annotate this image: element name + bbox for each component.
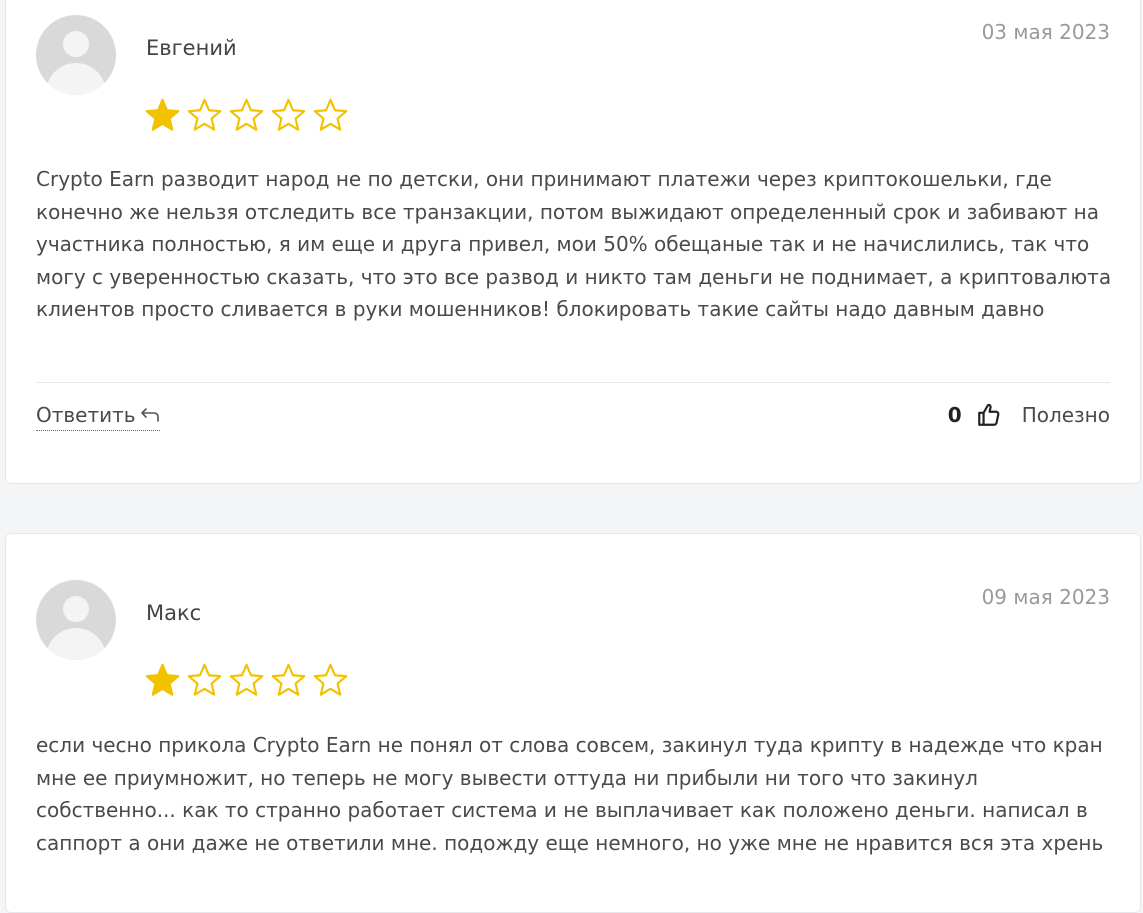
star-empty-icon xyxy=(313,663,348,696)
star-rating xyxy=(144,662,349,699)
divider xyxy=(36,382,1110,383)
star-filled-icon xyxy=(145,98,180,131)
review-text: если чесно прикола Crypto Earn не понял … xyxy=(36,733,1104,855)
star-empty-icon xyxy=(271,663,306,696)
review-date: 03 мая 2023 xyxy=(981,20,1110,44)
star-rating xyxy=(144,97,349,134)
reply-label: Ответить xyxy=(36,403,136,427)
star-empty-icon xyxy=(229,98,264,131)
review-card: Макс 09 мая 2023 если чесно прикола Cryp… xyxy=(5,533,1141,913)
thumbs-up-icon[interactable] xyxy=(976,402,1002,428)
review-author: Макс xyxy=(146,601,202,625)
review-author: Евгений xyxy=(146,36,237,60)
avatar xyxy=(36,580,116,660)
avatar xyxy=(36,15,116,95)
star-filled-icon xyxy=(145,663,180,696)
reply-button[interactable]: Ответить xyxy=(36,403,160,431)
star-empty-icon xyxy=(187,663,222,696)
helpful-count: 0 xyxy=(947,403,962,427)
review-date: 09 мая 2023 xyxy=(981,585,1110,609)
reply-arrow-icon xyxy=(140,408,159,422)
helpful-label[interactable]: Полезно xyxy=(1022,403,1110,427)
review-text: Crypto Earn разводит народ не по детски,… xyxy=(36,167,1112,322)
star-empty-icon xyxy=(187,98,222,131)
review-card: Евгений 03 мая 2023 Crypto Earn разводит… xyxy=(5,0,1141,484)
star-empty-icon xyxy=(313,98,348,131)
helpful-section: 0 Полезно xyxy=(948,402,1110,428)
star-empty-icon xyxy=(271,98,306,131)
star-empty-icon xyxy=(229,663,264,696)
